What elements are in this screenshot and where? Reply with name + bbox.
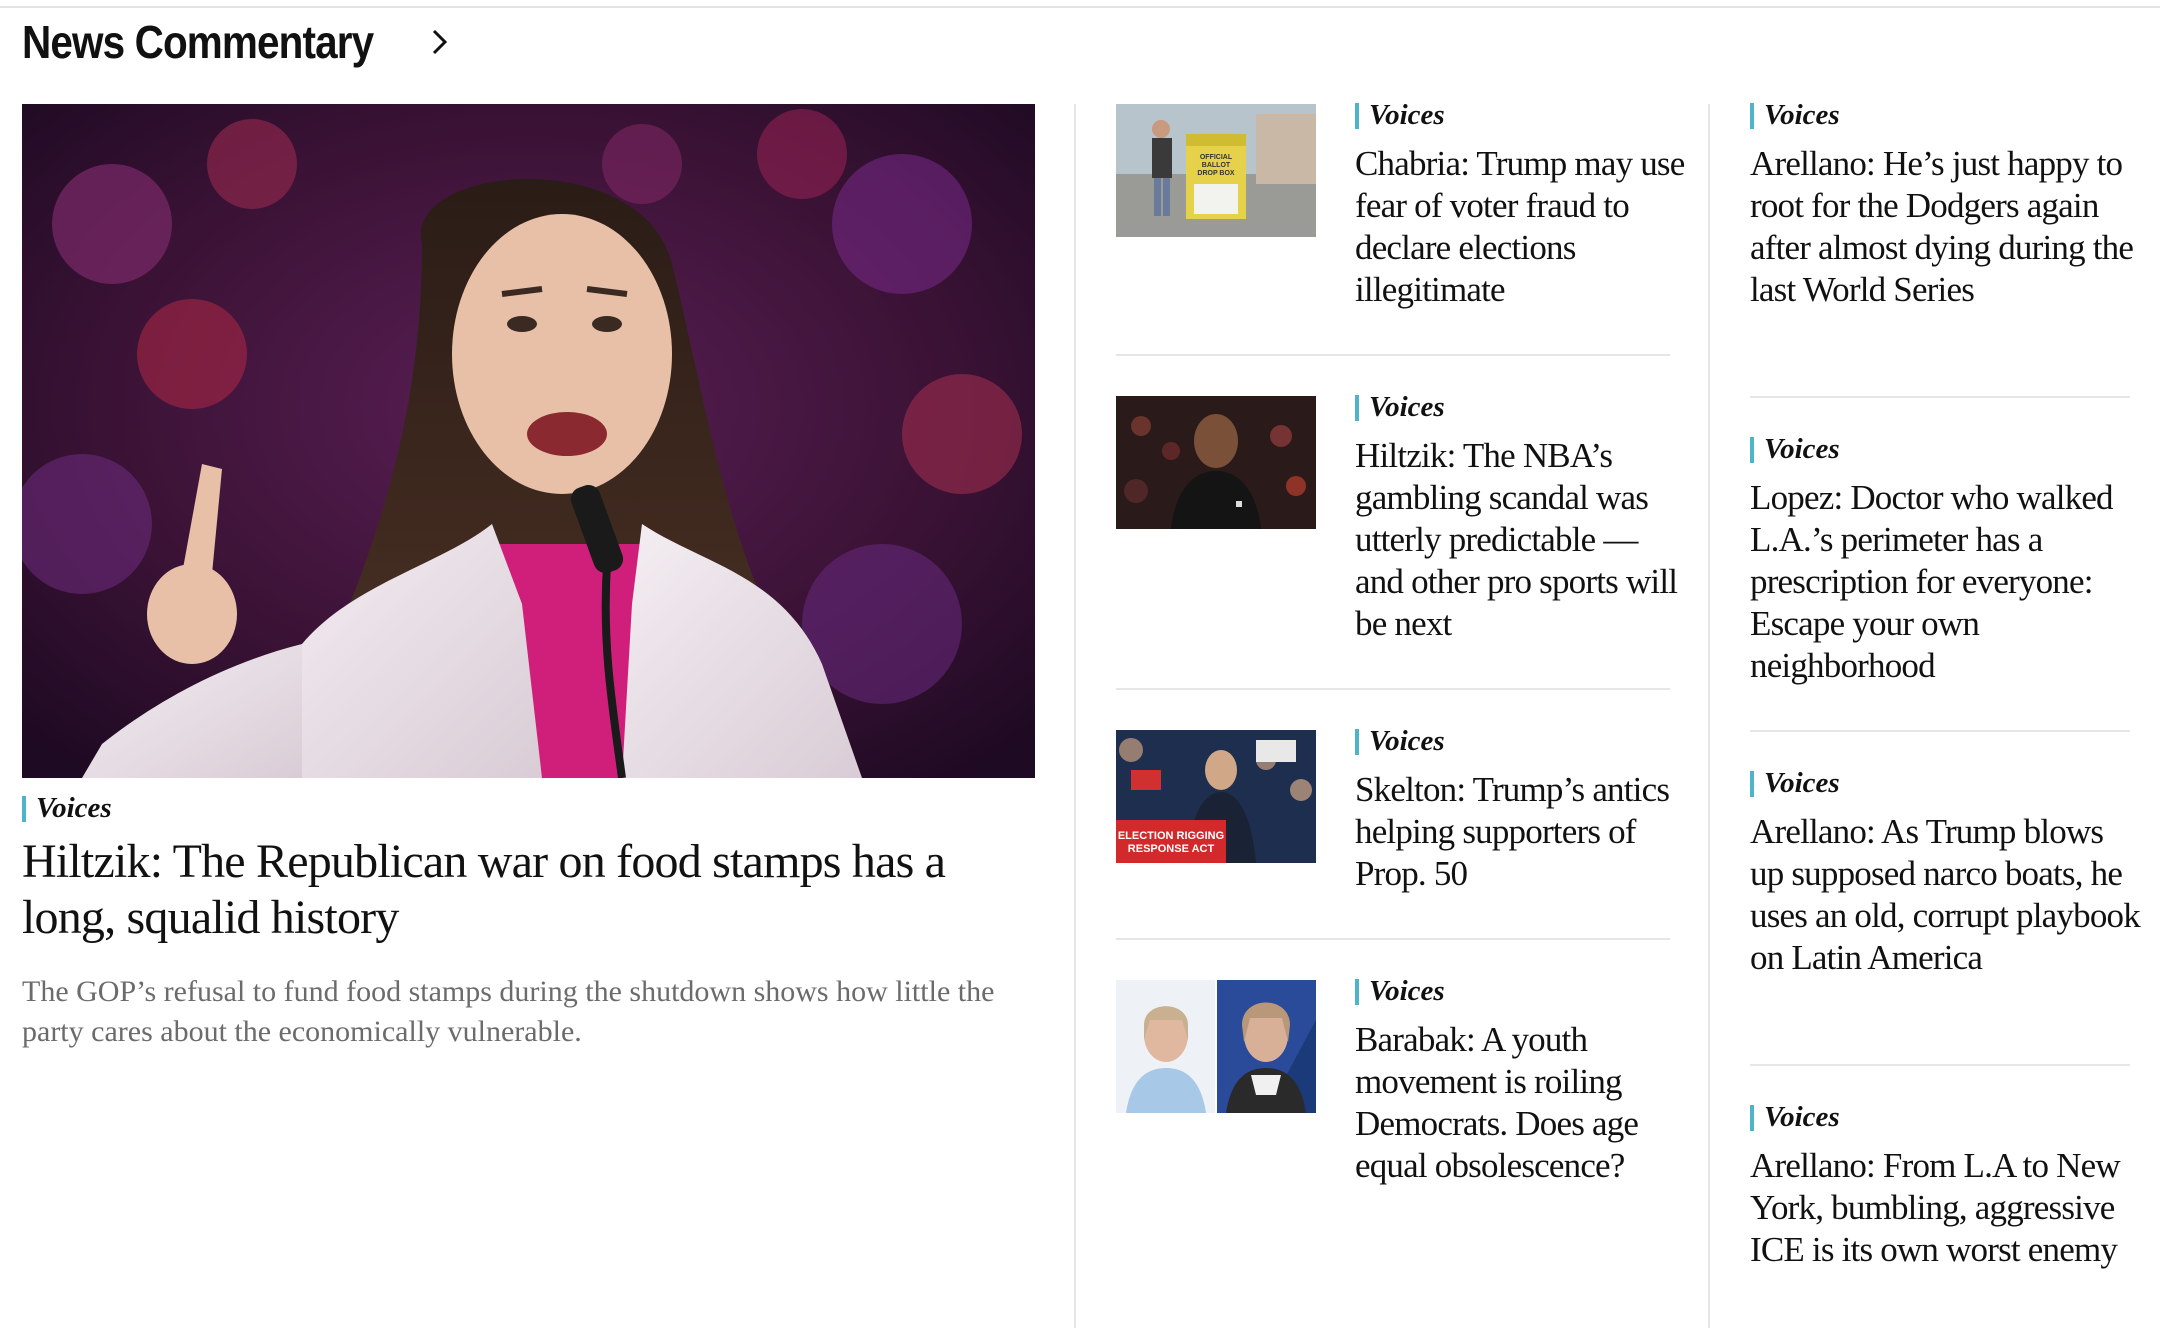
kicker-label: Voices (1369, 99, 1445, 131)
kicker-label: Voices (1764, 433, 1840, 465)
kicker-accent-bar (1355, 102, 1359, 129)
story-headline-link[interactable]: Arellano: From L.A to New York, bumbling… (1750, 1145, 2140, 1271)
kicker-label: Voices (36, 792, 112, 824)
kicker-accent-bar (1355, 728, 1359, 755)
hero-description: The GOP’s refusal to fund food stamps du… (22, 975, 995, 1048)
chevron-right-icon (425, 24, 453, 60)
kicker-accent-bar (1750, 1104, 1754, 1131)
story-kicker[interactable]: Voices (1750, 1101, 1840, 1134)
story-headline-link[interactable]: Barabak: A youth movement is roiling Dem… (1355, 1019, 1685, 1187)
kicker-accent-bar (1355, 978, 1359, 1005)
story-headline-link[interactable]: Arellano: He’s just happy to root for th… (1750, 143, 2140, 311)
story-headline-link[interactable]: Lopez: Doctor who walked L.A.’s perimete… (1750, 477, 2140, 687)
story-kicker[interactable]: Voices (1355, 99, 1445, 132)
kicker-label: Voices (1369, 725, 1445, 757)
story-headline-link[interactable]: Skelton: Trump’s antics helping supporte… (1355, 769, 1685, 895)
story-kicker[interactable]: Voices (1750, 767, 1840, 800)
story-thumbnail[interactable] (1116, 396, 1316, 529)
story-divider (1750, 730, 2130, 732)
story-kicker[interactable]: Voices (1355, 725, 1445, 758)
story-divider (1116, 688, 1670, 690)
kicker-label: Voices (1369, 975, 1445, 1007)
story-divider (1750, 396, 2130, 398)
hero-kicker[interactable]: Voices (22, 792, 112, 825)
story-headline-link[interactable]: Arellano: As Trump blows up supposed nar… (1750, 811, 2141, 979)
story-kicker[interactable]: Voices (1750, 433, 1840, 466)
kicker-accent-bar (1750, 102, 1754, 129)
kicker-accent-bar (22, 795, 26, 822)
hero-headline-link[interactable]: Hiltzik: The Republican war on food stam… (22, 834, 1022, 946)
story-thumbnail[interactable]: OFFICIAL BALLOT DROP BOX (1116, 104, 1316, 237)
kicker-label: Voices (1764, 767, 1840, 799)
kicker-label: Voices (1369, 391, 1445, 423)
dropbox-sign-text: BALLOT (1202, 162, 1231, 169)
podium-sign-text: RESPONSE ACT (1128, 843, 1215, 855)
story-divider (1116, 938, 1670, 940)
top-divider (0, 6, 2160, 8)
kicker-accent-bar (1750, 770, 1754, 797)
kicker-label: Voices (1764, 1101, 1840, 1133)
story-divider (1116, 354, 1670, 356)
podium-sign-text: ELECTION RIGGING (1118, 830, 1224, 842)
story-kicker[interactable]: Voices (1750, 99, 1840, 132)
kicker-label: Voices (1764, 99, 1840, 131)
section-title: News Commentary (22, 16, 374, 68)
column-divider (1708, 104, 1710, 1328)
story-thumbnail[interactable] (1116, 980, 1316, 1113)
story-headline-link[interactable]: Chabria: Trump may use fear of voter fra… (1355, 143, 1685, 311)
column-divider (1074, 104, 1076, 1328)
kicker-accent-bar (1355, 394, 1359, 421)
story-headline-link[interactable]: Hiltzik: The NBA’s gambling scandal was … (1355, 435, 1685, 645)
hero-image[interactable] (22, 104, 1035, 778)
dropbox-sign-text: OFFICIAL (1200, 154, 1233, 161)
section-header-link[interactable]: News Commentary (22, 12, 453, 72)
kicker-accent-bar (1750, 436, 1754, 463)
story-divider (1750, 1064, 2130, 1066)
dropbox-sign-text: DROP BOX (1197, 170, 1235, 177)
story-kicker[interactable]: Voices (1355, 391, 1445, 424)
story-kicker[interactable]: Voices (1355, 975, 1445, 1008)
story-thumbnail[interactable]: ELECTION RIGGING RESPONSE ACT (1116, 730, 1316, 863)
